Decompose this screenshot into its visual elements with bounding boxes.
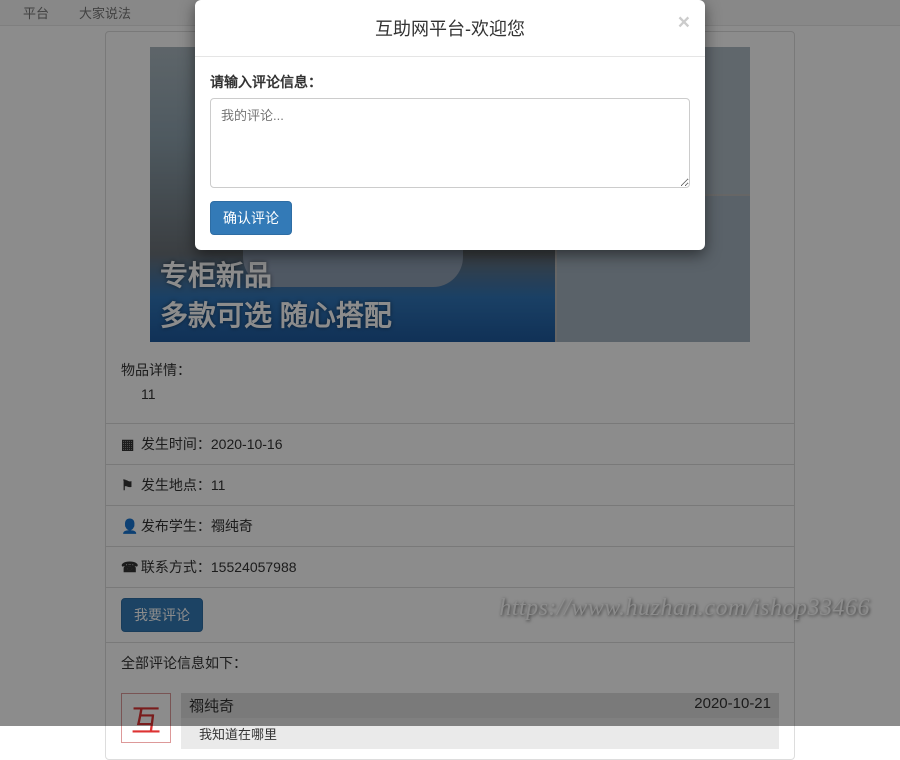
modal-title: 互助网平台-欢迎您: [210, 15, 690, 41]
close-icon[interactable]: ×: [678, 12, 690, 33]
submit-comment-button[interactable]: 确认评论: [210, 201, 292, 235]
modal-label: 请输入评论信息：: [210, 72, 690, 92]
comment-modal: 互助网平台-欢迎您 × 请输入评论信息： 确认评论: [195, 0, 705, 250]
comment-textarea[interactable]: [210, 98, 690, 188]
